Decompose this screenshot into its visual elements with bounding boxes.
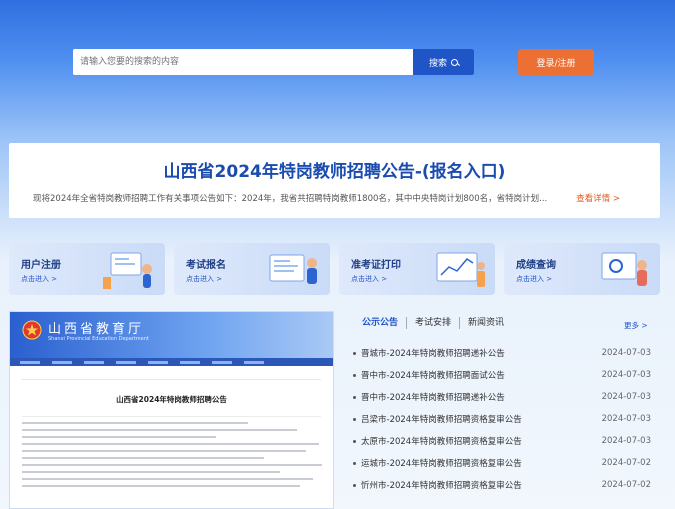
cover-doc-title: 山西省2024年特岗教师招聘公告 bbox=[116, 395, 227, 404]
tab-exam-schedule[interactable]: 考试安排 bbox=[407, 317, 461, 329]
card-title: 用户注册 bbox=[21, 260, 61, 271]
tab-news[interactable]: 新闻资讯 bbox=[460, 317, 512, 329]
search-icon bbox=[451, 58, 458, 66]
news-date: 2024-07-03 bbox=[601, 348, 651, 358]
card-admission-ticket-print[interactable]: 准考证打印 点击进入 > bbox=[339, 243, 495, 295]
news-date: 2024-07-03 bbox=[601, 370, 651, 380]
bullet-icon bbox=[353, 351, 356, 355]
news-tabs: 公示公告 考试安排 新闻资讯 bbox=[360, 317, 512, 329]
cover-header: 山西省教育厅 Shanxi Provincial Education Depar… bbox=[10, 312, 333, 358]
login-register-button[interactable]: 登录/注册 bbox=[518, 49, 594, 75]
banner-title[interactable]: 山西省2024年特岗教师招聘公告-(报名入口) bbox=[9, 157, 660, 182]
more-link[interactable]: 更多 > bbox=[624, 320, 648, 331]
news-title: 忻州市-2024年特岗教师招聘资格复审公告 bbox=[361, 481, 522, 491]
banner-summary: 现将2024年全省特岗教师招聘工作有关事项公告如下：2024年，我省共招聘特岗教… bbox=[33, 194, 548, 204]
card-exam-registration[interactable]: 考试报名 点击进入 > bbox=[174, 243, 330, 295]
search-button-label: 搜索 bbox=[428, 58, 447, 69]
list-item[interactable]: 晋中市-2024年特岗教师招聘面试公告 2024-07-03 bbox=[353, 364, 651, 386]
search-input[interactable] bbox=[73, 49, 413, 75]
news-date: 2024-07-02 bbox=[601, 480, 651, 490]
view-details-link[interactable]: 查看详情 > bbox=[576, 192, 620, 204]
score-query-illustration-icon bbox=[601, 252, 647, 286]
news-list: 晋城市-2024年特岗教师招聘递补公告 2024-07-03 晋中市-2024年特… bbox=[353, 342, 651, 496]
tab-announcements[interactable]: 公示公告 bbox=[360, 317, 408, 329]
bullet-icon bbox=[353, 373, 356, 377]
cover-meta bbox=[22, 413, 321, 417]
bullet-icon bbox=[353, 461, 356, 465]
news-title: 晋中市-2024年特岗教师招聘递补公告 bbox=[361, 393, 505, 403]
list-item[interactable]: 忻州市-2024年特岗教师招聘资格复审公告 2024-07-02 bbox=[353, 474, 651, 496]
announcement-banner: 山西省2024年特岗教师招聘公告-(报名入口) 现将2024年全省特岗教师招聘工… bbox=[9, 143, 660, 218]
card-enter-link: 点击进入 > bbox=[186, 275, 223, 283]
cover-site-name: 山西省教育厅 bbox=[48, 322, 145, 337]
news-title: 吕梁市-2024年特岗教师招聘资格复审公告 bbox=[361, 415, 522, 425]
bullet-icon bbox=[353, 483, 356, 487]
card-enter-link: 点击进入 > bbox=[21, 275, 58, 283]
search-bar: 搜索 bbox=[73, 49, 474, 75]
bullet-icon bbox=[353, 395, 356, 399]
card-score-query[interactable]: 成绩查询 点击进入 > bbox=[504, 243, 660, 295]
news-title: 运城市-2024年特岗教师招聘资格复审公告 bbox=[361, 459, 522, 469]
announcement-cover-image[interactable]: 山西省教育厅 Shanxi Provincial Education Depar… bbox=[9, 311, 334, 509]
bullet-icon bbox=[353, 439, 356, 443]
list-item[interactable]: 太原市-2024年特岗教师招聘资格复审公告 2024-07-03 bbox=[353, 430, 651, 452]
list-item[interactable]: 运城市-2024年特岗教师招聘资格复审公告 2024-07-02 bbox=[353, 452, 651, 474]
printer-illustration-icon bbox=[436, 252, 485, 287]
news-title: 晋城市-2024年特岗教师招聘递补公告 bbox=[361, 349, 505, 359]
card-title: 考试报名 bbox=[186, 260, 226, 271]
news-title: 晋中市-2024年特岗教师招聘面试公告 bbox=[361, 371, 505, 381]
card-enter-link: 点击进入 > bbox=[351, 275, 388, 283]
card-title: 成绩查询 bbox=[516, 260, 556, 271]
cover-site-name-en: Shanxi Provincial Education Department bbox=[48, 336, 149, 342]
news-date: 2024-07-03 bbox=[601, 392, 651, 402]
list-item[interactable]: 吕梁市-2024年特岗教师招聘资格复审公告 2024-07-03 bbox=[353, 408, 651, 430]
news-date: 2024-07-03 bbox=[601, 414, 651, 424]
cover-nav bbox=[10, 358, 333, 366]
bullet-icon bbox=[353, 417, 356, 421]
card-enter-link: 点击进入 > bbox=[516, 275, 553, 283]
registration-illustration-icon bbox=[269, 254, 317, 284]
list-item[interactable]: 晋中市-2024年特岗教师招聘递补公告 2024-07-03 bbox=[353, 386, 651, 408]
register-illustration-icon bbox=[103, 252, 152, 289]
emblem-icon bbox=[22, 320, 42, 340]
search-button[interactable]: 搜索 bbox=[413, 49, 474, 75]
news-title: 太原市-2024年特岗教师招聘资格复审公告 bbox=[361, 437, 522, 447]
card-title: 准考证打印 bbox=[351, 260, 401, 271]
list-item[interactable]: 晋城市-2024年特岗教师招聘递补公告 2024-07-03 bbox=[353, 342, 651, 364]
cover-breadcrumb bbox=[22, 372, 321, 380]
news-date: 2024-07-03 bbox=[601, 436, 651, 446]
card-user-register[interactable]: 用户注册 点击进入 > bbox=[9, 243, 165, 295]
news-date: 2024-07-02 bbox=[601, 458, 651, 468]
